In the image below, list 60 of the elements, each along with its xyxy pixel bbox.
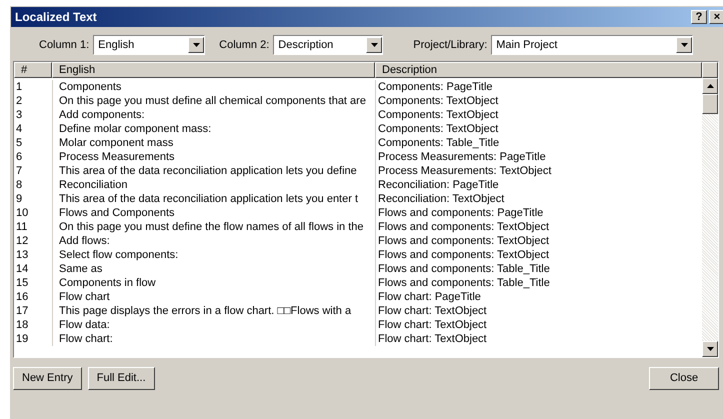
row-number: 11 bbox=[15, 220, 28, 234]
table-cell: Add flows: bbox=[52, 234, 375, 248]
filter-label: Column 1: bbox=[39, 38, 90, 53]
row-number: 5 bbox=[15, 136, 24, 150]
dropdown[interactable]: Description bbox=[273, 35, 384, 55]
row-number: 15 bbox=[15, 276, 30, 290]
help-button[interactable]: ? bbox=[691, 10, 707, 24]
table-cell: Process Measurements bbox=[52, 150, 375, 164]
dropdown-value: Description bbox=[277, 38, 334, 53]
row-number: 4 bbox=[15, 122, 24, 136]
dropdown-value: Main Project bbox=[495, 38, 558, 53]
dialog-button[interactable]: Close bbox=[649, 367, 719, 390]
row-number: 18 bbox=[15, 318, 30, 332]
dialog-button[interactable]: New Entry bbox=[13, 367, 82, 390]
row-number: 13 bbox=[15, 248, 30, 262]
row-number: 1 bbox=[15, 80, 24, 94]
row-number: 12 bbox=[15, 234, 30, 248]
row-number: 10 bbox=[15, 206, 30, 220]
scroll-thumb[interactable] bbox=[702, 94, 718, 114]
close-button[interactable]: × bbox=[709, 10, 723, 24]
table-cell: Flow chart: bbox=[52, 332, 375, 346]
row-number: 14 bbox=[15, 262, 30, 276]
table-cell: Add components: bbox=[52, 108, 375, 122]
table-cell: This page displays the errors in a flow chart. □□Flows with a bbox=[52, 304, 375, 318]
table-cell: Reconciliation bbox=[52, 178, 375, 192]
filter-label: Column 2: bbox=[219, 38, 270, 53]
vertical-scrollbar[interactable] bbox=[702, 78, 718, 357]
column-header[interactable]: # bbox=[14, 62, 52, 78]
table-cell: Define molar component mass: bbox=[52, 122, 375, 136]
row-number: 17 bbox=[15, 304, 30, 318]
scroll-down-icon[interactable] bbox=[702, 341, 718, 357]
scroll-up-icon[interactable] bbox=[702, 78, 718, 94]
table-cell: On this page you must define all chemical components that are bbox=[52, 94, 375, 108]
dropdown[interactable]: Main Project bbox=[491, 35, 694, 55]
row-number: 19 bbox=[15, 332, 30, 346]
table-cell: This area of the data reconciliation application lets you enter t bbox=[52, 192, 375, 206]
filter-label: Project/Library: bbox=[413, 38, 488, 53]
window-title: Localized Text bbox=[15, 9, 98, 26]
dialog-button[interactable]: Full Edit... bbox=[88, 367, 155, 390]
table-cell: On this page you must define the flow names of all flows in the bbox=[52, 220, 375, 234]
table-cell: Flow data: bbox=[52, 318, 375, 332]
table-cell: This area of the data reconciliation application lets you define bbox=[52, 164, 375, 178]
dropdown[interactable]: English bbox=[93, 35, 206, 55]
row-number: 9 bbox=[15, 192, 24, 206]
row-number: 8 bbox=[15, 178, 24, 192]
table-cell: Flows and Components bbox=[52, 206, 375, 220]
row-number: 7 bbox=[15, 164, 24, 178]
table-cell: Select flow components: bbox=[52, 248, 375, 262]
table-cell: Flow chart bbox=[52, 290, 375, 304]
table-cell: Same as bbox=[52, 262, 375, 276]
column-header[interactable]: Description bbox=[375, 62, 702, 78]
row-number: 16 bbox=[15, 290, 30, 304]
row-number: 6 bbox=[15, 150, 24, 164]
table-cell: Components in flow bbox=[52, 276, 375, 290]
row-number: 2 bbox=[15, 94, 24, 108]
column-header[interactable]: English bbox=[52, 62, 375, 78]
table-cell: Molar component mass bbox=[52, 136, 375, 150]
row-number: 3 bbox=[15, 108, 24, 122]
table-cell: Components bbox=[52, 80, 375, 94]
dropdown-value: English bbox=[97, 38, 136, 53]
